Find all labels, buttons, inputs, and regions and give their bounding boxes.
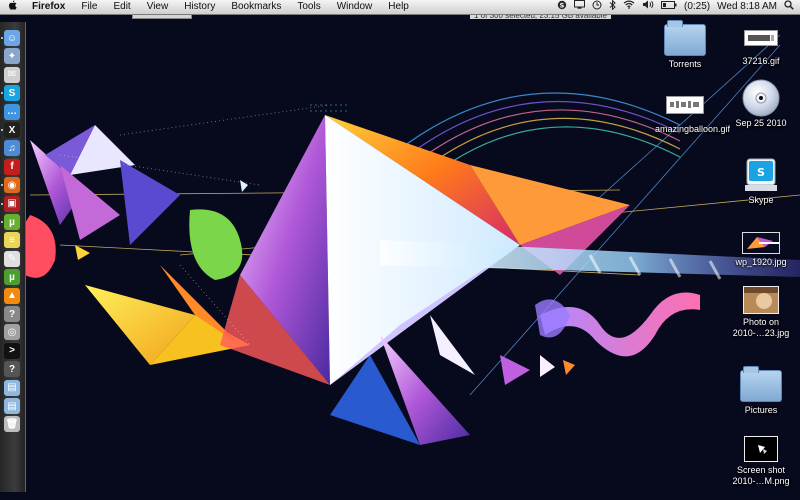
desktop-icon-37216-gif[interactable]: 37216.gif bbox=[726, 24, 796, 67]
safari-icon[interactable]: ✦ bbox=[4, 48, 20, 65]
downloads-stack-icon[interactable]: ▤ bbox=[4, 398, 20, 414]
menu-edit[interactable]: Edit bbox=[105, 0, 138, 14]
photo-booth-icon[interactable]: ▣ bbox=[4, 195, 20, 212]
disk-utility-icon[interactable]: ◎ bbox=[4, 324, 20, 341]
menu-tools[interactable]: Tools bbox=[289, 0, 328, 14]
desktop-icon-label: Pictures bbox=[744, 405, 778, 415]
documents-stack-icon[interactable]: ▤ bbox=[4, 379, 20, 396]
x11-icon[interactable]: X bbox=[4, 122, 20, 138]
utorrent-icon[interactable]: µ bbox=[4, 214, 20, 230]
ichat-icon[interactable]: … bbox=[4, 103, 20, 120]
skype-icon[interactable]: S bbox=[4, 85, 20, 102]
desktop-icon-sep-25-2010[interactable]: Sep 25 2010 bbox=[726, 78, 796, 129]
running-indicator bbox=[1, 92, 3, 95]
desktop-icon-wp-1920-jpg[interactable]: wp_1920.jpg bbox=[726, 232, 796, 268]
desktop-icon-label: Screen shot 2010-…M.png bbox=[732, 465, 790, 486]
folder-icon bbox=[740, 366, 782, 402]
terminal-icon[interactable]: > bbox=[4, 342, 20, 359]
help-alt-icon[interactable]: ? bbox=[4, 361, 20, 378]
spotlight-icon[interactable] bbox=[784, 0, 794, 15]
desktop-wallpaper bbox=[0, 15, 800, 500]
photo-thumbnail-icon bbox=[743, 286, 779, 314]
bluetooth-icon[interactable] bbox=[609, 0, 616, 15]
menu-history[interactable]: History bbox=[176, 0, 223, 14]
time-machine-icon[interactable] bbox=[592, 0, 602, 15]
desktop-icon-label: Sep 25 2010 bbox=[735, 118, 787, 128]
battery-icon[interactable] bbox=[661, 0, 677, 14]
textedit-icon[interactable]: ✎ bbox=[4, 250, 20, 267]
wifi-icon[interactable] bbox=[623, 0, 635, 14]
flash-icon[interactable]: f bbox=[4, 158, 20, 175]
skype-app-icon: S bbox=[745, 158, 777, 192]
desktop-icon-label: amazingballoon.gif bbox=[655, 124, 731, 134]
running-indicator bbox=[1, 129, 3, 131]
battery-time: (0:25) bbox=[684, 1, 711, 12]
desktop-icon-label: 37216.gif bbox=[742, 56, 780, 66]
running-indicator bbox=[1, 221, 3, 223]
utorrent-alt-icon[interactable]: µ bbox=[4, 269, 20, 286]
itunes-icon[interactable]: ♫ bbox=[4, 140, 20, 157]
display-icon[interactable] bbox=[574, 0, 586, 14]
desktop-icon-skype[interactable]: S Skype bbox=[726, 158, 796, 206]
vlc-icon[interactable]: ▲ bbox=[4, 287, 20, 304]
menu-app-firefox[interactable]: Firefox bbox=[24, 0, 73, 14]
desktop-icon-screen-shot[interactable]: Screen shot 2010-…M.png bbox=[726, 436, 796, 487]
menu-view[interactable]: View bbox=[139, 0, 177, 14]
image-thumbnail-icon bbox=[742, 232, 780, 254]
menu-bookmarks[interactable]: Bookmarks bbox=[223, 0, 289, 14]
firefox-icon[interactable]: ◉ bbox=[4, 177, 20, 194]
volume-icon[interactable] bbox=[642, 0, 654, 14]
help-icon[interactable]: ? bbox=[4, 306, 20, 322]
svg-text:S: S bbox=[560, 1, 565, 9]
menu-window[interactable]: Window bbox=[329, 0, 381, 14]
menu-bar: Firefox File Edit View History Bookmarks… bbox=[0, 0, 800, 15]
desktop-icon-label: Photo on 2010-…23.jpg bbox=[732, 317, 790, 338]
folder-icon bbox=[664, 20, 706, 56]
running-indicator bbox=[1, 202, 3, 205]
menu-extras: S (0:25) Wed 8:18 AM bbox=[557, 0, 800, 15]
desktop-icon-amazingballoon-gif[interactable]: amazingballoon.gif bbox=[650, 96, 731, 135]
mail-icon[interactable]: ✉ bbox=[4, 66, 20, 83]
dock: ☺ ✦ ✉ S… X ♫ f ◉ ▣ µ ≡ ✎ µ ▲? ◎ >? ▤ ▤ 🗑 bbox=[0, 22, 26, 492]
clock[interactable]: Wed 8:18 AM bbox=[717, 0, 777, 14]
menu-help[interactable]: Help bbox=[380, 0, 417, 14]
menu-file[interactable]: File bbox=[73, 0, 105, 14]
desktop-icon-label: Torrents bbox=[668, 59, 702, 69]
screenshot-thumbnail-icon bbox=[744, 436, 778, 462]
apple-menu-icon[interactable] bbox=[0, 0, 24, 14]
desktop-icon-label: Skype bbox=[748, 195, 774, 205]
finder-icon[interactable]: ☺ bbox=[4, 30, 20, 46]
gif-thumbnail-icon bbox=[744, 30, 778, 46]
desktop-icon-torrents[interactable]: Torrents bbox=[650, 20, 720, 70]
running-indicator bbox=[1, 37, 3, 39]
gif-thumbnail-icon bbox=[666, 96, 704, 114]
desktop-icon-photo[interactable]: Photo on 2010-…23.jpg bbox=[726, 286, 796, 339]
desktop-icon-label: wp_1920.jpg bbox=[735, 257, 787, 267]
trash-icon[interactable]: 🗑 bbox=[4, 416, 20, 433]
running-indicator bbox=[1, 184, 3, 187]
svg-text:S: S bbox=[757, 166, 765, 179]
skype-status-icon[interactable]: S bbox=[557, 0, 567, 15]
stickies-icon[interactable]: ≡ bbox=[4, 232, 20, 249]
desktop-icon-pictures[interactable]: Pictures bbox=[726, 366, 796, 416]
disc-icon bbox=[741, 78, 781, 118]
